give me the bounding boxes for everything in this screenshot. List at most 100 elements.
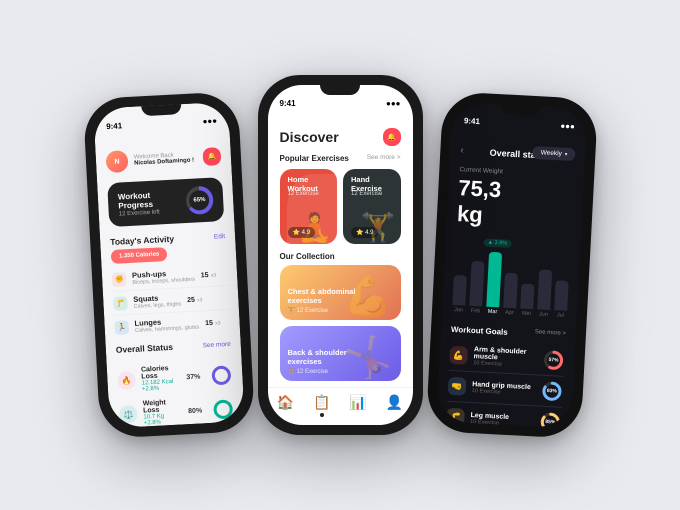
label-mei: Mei	[521, 311, 530, 317]
weight-info: Weight Loss 10.7 Kg +2.8%	[142, 399, 182, 427]
stat-title: Overall stat	[489, 147, 538, 160]
center-screen: 9:41 ●●● Discover 🔔 Popular Exercises Se…	[268, 85, 413, 425]
label-jul: Jul	[556, 312, 563, 318]
nav-chart-c[interactable]: 📊	[349, 394, 366, 417]
chest-card[interactable]: Chest & abdominalexercises 🏋️ 12 Exercis…	[280, 265, 401, 320]
chest-title: Chest & abdominalexercises	[288, 287, 393, 305]
weekly-badge[interactable]: Weekly ▾	[532, 146, 575, 161]
left-phone: 9:41 ●●● N Welcome Back Nicolas Doftamin…	[82, 91, 255, 439]
left-screen-content: 9:41 ●●● N Welcome Back Nicolas Doftamin…	[93, 102, 245, 429]
arm-info: Arm & shoulder muscle 10 Exercise	[473, 346, 537, 369]
back-card[interactable]: Back & shoulderexercises 🏋️ 12 Exercise …	[280, 326, 401, 381]
avatar: N	[105, 150, 128, 173]
progress-info: Workout Progress 12 Exercise left	[117, 189, 186, 218]
exercise-cards: HomeWorkout 12 Exercise 🧘 ⭐ 4.9 HandExer…	[268, 169, 413, 244]
squats-muscle: Calves, legs, thighs	[133, 301, 181, 309]
notification-icon[interactable]: 🔔	[202, 147, 221, 166]
collection-header: Our Collection	[268, 244, 413, 265]
lunges-count: 15 x3	[204, 317, 220, 327]
bar-mei: Mei	[519, 284, 534, 318]
nav-person-c[interactable]: 👤	[386, 394, 403, 417]
discover-title: Discover	[280, 129, 339, 145]
pushups-info: Push-ups Biceps, triceps, shoulders	[131, 268, 194, 286]
welcome-text: Welcome Back Nicolas Doftamingo !	[133, 151, 197, 166]
home-rating: ⭐ 4.9	[288, 227, 315, 238]
calories-badge: 1.350 Calories	[110, 247, 167, 264]
label-feb: Feb	[470, 308, 480, 314]
signal-right: ●●●	[560, 121, 575, 131]
bar-jun: Jun	[536, 269, 551, 318]
back-title: Back & shoulderexercises	[288, 348, 393, 366]
right-screen: 9:41 ●●● ‹ Overall stat ••• Current Weig…	[436, 102, 588, 429]
chest-content: Chest & abdominalexercises 🏋️ 12 Exercis…	[280, 281, 401, 320]
collection-title: Our Collection	[280, 252, 335, 261]
back-content: Back & shoulderexercises 🏋️ 12 Exercise	[280, 342, 401, 381]
nav-bookmark-c[interactable]: 📋	[313, 394, 330, 417]
see-more-popular[interactable]: See more >	[367, 154, 401, 163]
trend-badge: ▲ 3.8%	[483, 238, 511, 247]
time-center: 9:41	[280, 99, 296, 108]
popular-title: Popular Exercises	[280, 154, 349, 163]
progress-card: Workout Progress 12 Exercise left 65%	[107, 177, 224, 227]
left-screen: 9:41 ●●● N Welcome Back Nicolas Doftamin…	[93, 102, 245, 429]
back-button[interactable]: ‹	[460, 145, 464, 156]
label-apr: Apr	[505, 310, 514, 316]
leg-circle: 85%	[538, 411, 561, 429]
label-mar: Mar	[487, 309, 497, 315]
calories-circle	[209, 364, 232, 387]
weight-percent: 80%	[188, 407, 202, 415]
weight-icon: ⚖️	[118, 405, 137, 424]
bar-jan: Jan	[451, 275, 466, 314]
hand-exercise-card[interactable]: HandExercise 12 Exercise 🏋️ ⭐ 4.9	[343, 169, 401, 244]
squats-icon: 🦵	[113, 296, 128, 311]
label-jun: Jun	[538, 311, 547, 317]
weight-section: Current Weight 75,3 kg Weekly ▾	[446, 162, 585, 240]
see-more-overall[interactable]: See more	[202, 340, 231, 348]
calories-info: Calories Loss 12.182 Kcal +2.8%	[140, 365, 180, 393]
progress-percent: 65%	[188, 190, 209, 211]
home-workout-card[interactable]: HomeWorkout 12 Exercise 🧘 ⭐ 4.9	[280, 169, 338, 244]
right-phone: 9:41 ●●● ‹ Overall stat ••• Current Weig…	[425, 91, 598, 439]
discover-notif[interactable]: 🔔	[383, 128, 401, 146]
right-screen-content: 9:41 ●●● ‹ Overall stat ••• Current Weig…	[436, 102, 588, 429]
leg-icon: 🦵	[445, 408, 464, 427]
edit-button[interactable]: Edit	[213, 233, 225, 241]
overall-title: Overall Status	[115, 342, 173, 355]
time-right: 9:41	[463, 116, 479, 126]
notch-center	[320, 85, 360, 95]
label-jan: Jan	[453, 307, 462, 313]
bar-jul: Jul	[553, 280, 568, 319]
goals-section: Workout Goals See more > 💪 Arm & shoulde…	[436, 318, 576, 428]
bar-apr: Apr	[502, 273, 517, 317]
center-screen-content: 9:41 ●●● Discover 🔔 Popular Exercises Se…	[268, 85, 413, 425]
leg-info: Leg muscle 10 Exercise	[470, 412, 534, 428]
hand-exercise-exercises: 12 Exercise	[351, 191, 382, 197]
hand-info: Hand grip muscle 10 Exercise	[471, 381, 535, 397]
bar-mar: Mar	[485, 252, 501, 316]
overall-section: 🔥 Calories Loss 12.182 Kcal +2.8% 37%	[106, 351, 244, 428]
pushups-icon: ✊	[111, 272, 126, 287]
activity-list: ✊ Push-ups Biceps, triceps, shoulders 15…	[101, 261, 240, 339]
popular-header: Popular Exercises See more >	[268, 154, 413, 169]
weight-loss-row: ⚖️ Weight Loss 10.7 Kg +2.8% 80%	[118, 392, 235, 429]
activity-title: Today's Activity	[109, 234, 173, 247]
phones-container: 9:41 ●●● N Welcome Back Nicolas Doftamin…	[71, 55, 610, 455]
signal-left: ●●●	[202, 116, 217, 126]
time-left: 9:41	[105, 121, 121, 131]
pushups-count: 15 x3	[200, 270, 216, 280]
back-exercises: 🏋️ 12 Exercise	[288, 368, 393, 375]
hand-rating: ⭐ 4.9	[351, 227, 378, 238]
left-header: N Welcome Back Nicolas Doftamingo ! 🔔	[94, 127, 231, 180]
nav-home-c[interactable]: 🏠	[277, 394, 294, 417]
goals-see-more[interactable]: See more >	[534, 329, 566, 340]
goals-header: Workout Goals See more >	[450, 325, 565, 340]
center-phone: 9:41 ●●● Discover 🔔 Popular Exercises Se…	[258, 75, 423, 435]
progress-circle: 65%	[185, 186, 214, 215]
home-workout-exercises: 12 Exercise	[288, 191, 319, 197]
arm-icon: 💪	[449, 346, 468, 365]
goals-title: Workout Goals	[450, 325, 507, 337]
chart-bars: Jan Feb Mar Apr	[451, 253, 569, 319]
chart-section: ▲ 3.8% Jan Feb Mar	[441, 232, 580, 325]
calories-percent: 37%	[186, 373, 200, 381]
calories-icon: 🔥	[117, 371, 136, 390]
